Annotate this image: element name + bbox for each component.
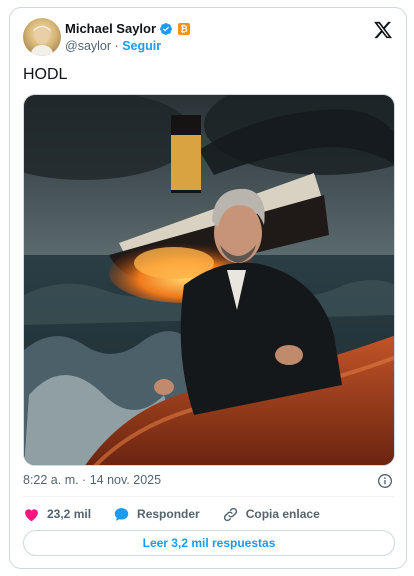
reply-label: Responder (137, 507, 200, 521)
divider (23, 496, 395, 497)
handle-separator: · (114, 39, 119, 53)
reply-button[interactable]: Responder (113, 506, 200, 523)
avatar[interactable] (23, 18, 61, 56)
speech-bubble-icon (114, 507, 129, 521)
copy-link-label: Copia enlace (245, 507, 320, 521)
author-name[interactable]: Michael Saylor (65, 21, 156, 36)
bitcoin-badge-icon: ₿ (178, 22, 191, 35)
follow-button[interactable]: Seguir (122, 39, 161, 53)
verified-badge-icon (160, 22, 173, 35)
like-button[interactable]: 23,2 mil (23, 506, 91, 523)
x-logo-icon[interactable] (373, 20, 393, 40)
author-name-row: Michael Saylor ₿ (65, 21, 191, 36)
handle-row: @saylor · Seguir (65, 39, 161, 53)
tweet-text: HODL (23, 66, 68, 83)
like-count: 23,2 mil (47, 507, 92, 521)
tweet-card: Michael Saylor ₿ @saylor · Seguir HODL 8… (9, 7, 407, 569)
read-replies-button[interactable]: Leer 3,2 mil respuestas (23, 530, 395, 556)
heart-icon (25, 508, 38, 521)
action-bar: 23,2 mil Responder Copia enlace (23, 505, 342, 523)
link-icon (223, 507, 237, 521)
info-icon[interactable] (377, 473, 393, 489)
copy-link-button[interactable]: Copia enlace (222, 506, 320, 523)
tweet-header: Michael Saylor ₿ @saylor · Seguir (23, 18, 395, 56)
tweet-timestamp[interactable]: 8:22 a. m. · 14 nov. 2025 (23, 473, 161, 487)
tweet-image[interactable] (23, 94, 395, 466)
author-handle[interactable]: @saylor (65, 39, 111, 53)
